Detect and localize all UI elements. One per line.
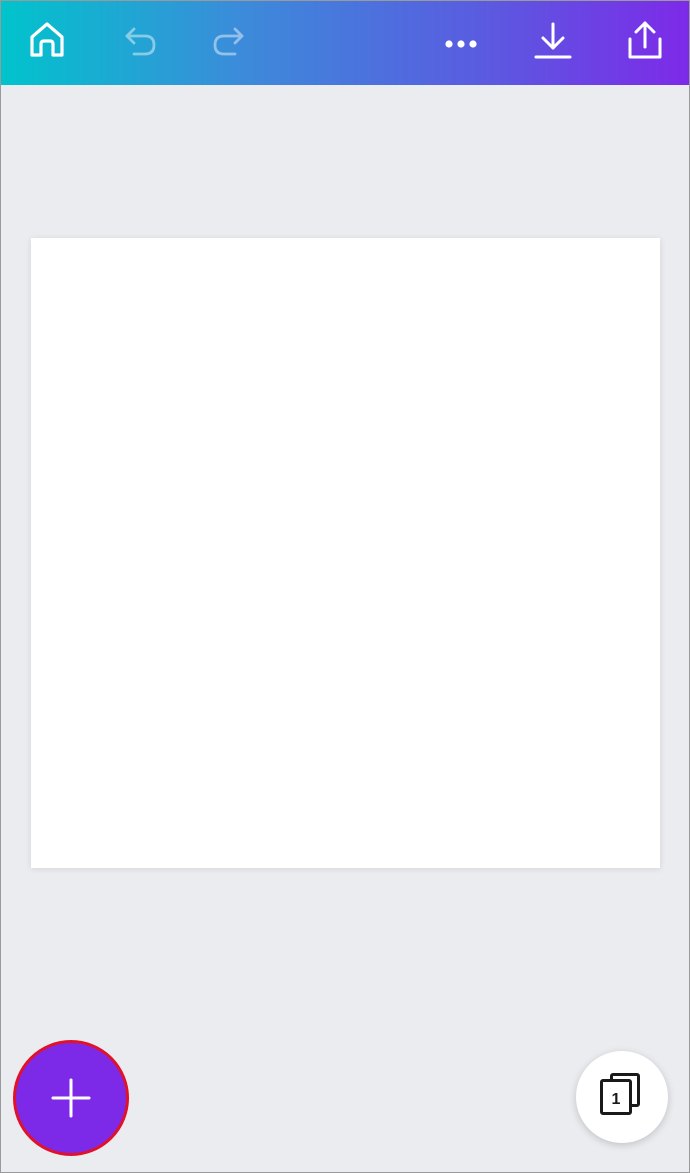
plus-icon bbox=[51, 1078, 91, 1118]
page-count: 1 bbox=[611, 1091, 621, 1108]
top-toolbar bbox=[1, 1, 689, 85]
undo-button[interactable] bbox=[112, 15, 168, 65]
undo-icon bbox=[125, 27, 156, 56]
pages-icon: 1 bbox=[600, 1073, 644, 1117]
design-canvas[interactable] bbox=[31, 238, 660, 868]
share-button[interactable] bbox=[617, 15, 673, 65]
share-icon bbox=[628, 21, 662, 59]
app-frame: 1 bbox=[0, 0, 690, 1173]
download-button[interactable] bbox=[525, 15, 581, 65]
home-button[interactable] bbox=[19, 15, 75, 65]
add-element-button[interactable] bbox=[13, 1040, 129, 1156]
redo-icon bbox=[213, 27, 244, 56]
redo-button[interactable] bbox=[201, 15, 257, 65]
home-icon bbox=[30, 22, 64, 57]
page-front-shape: 1 bbox=[600, 1079, 632, 1115]
download-icon bbox=[534, 22, 572, 59]
pages-button[interactable]: 1 bbox=[576, 1051, 668, 1143]
more-options-button[interactable] bbox=[433, 15, 489, 65]
more-icon bbox=[445, 40, 477, 48]
